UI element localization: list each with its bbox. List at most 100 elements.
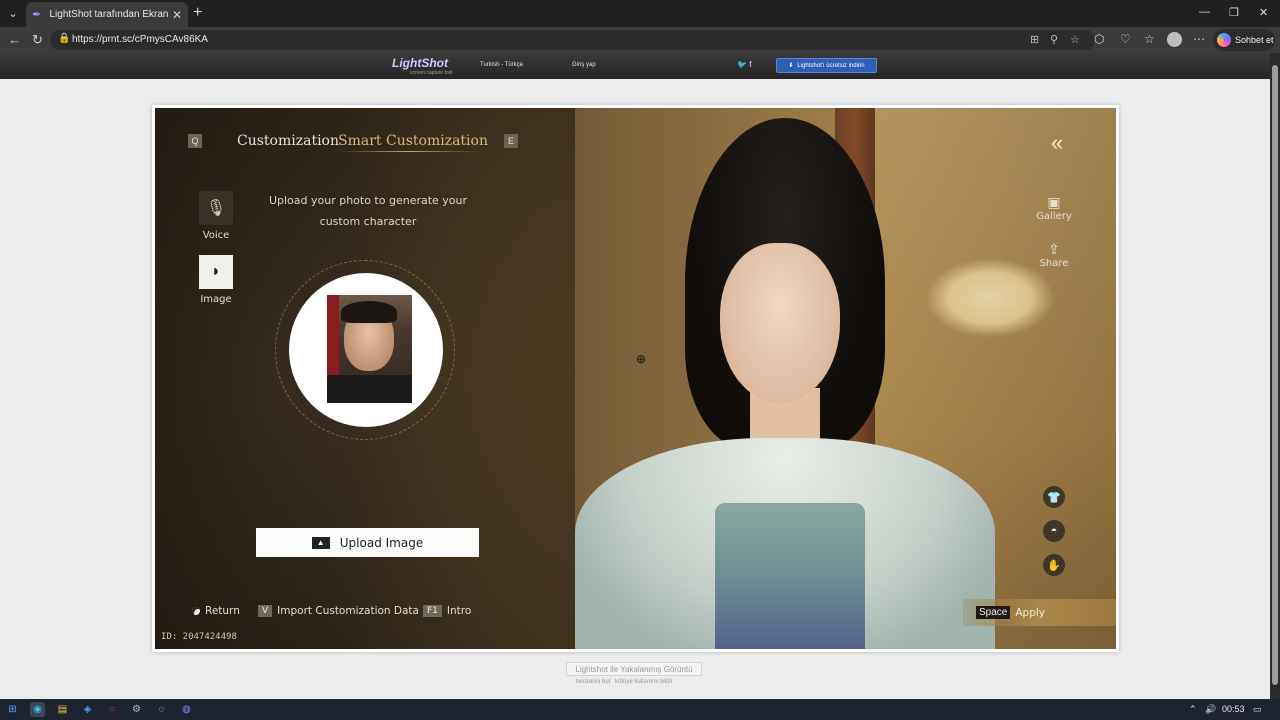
key-v: V xyxy=(258,605,273,617)
edge-icon[interactable]: ◉ xyxy=(30,702,45,717)
copilot-label: Sohbet et xyxy=(1235,35,1274,45)
photo-hair xyxy=(341,301,397,323)
upload-image-button[interactable]: ▲ Upload Image xyxy=(256,528,479,557)
lightshot-logo-subtitle: screen capture tool xyxy=(410,70,453,76)
background-cloud xyxy=(925,258,1055,338)
facebook-icon[interactable]: f xyxy=(749,60,751,69)
tray-chevron-icon[interactable]: ⌃ xyxy=(1189,704,1197,715)
copilot-chat-button[interactable]: Sohbet et xyxy=(1213,29,1275,51)
double-chevron-left-icon[interactable]: « xyxy=(1051,130,1063,156)
language-selector[interactable]: Turkish - Türkçe xyxy=(480,62,523,68)
side-item-image[interactable]: ◗ Image xyxy=(199,255,233,305)
active-tab-underline xyxy=(336,151,482,152)
import-label: Import Customization Data xyxy=(277,605,419,617)
report-abuse-link[interactable]: kötüye kullanımı bildir xyxy=(615,679,673,685)
browser-essentials-icon[interactable]: ♡ xyxy=(1120,32,1131,46)
side-label-voice: Voice xyxy=(202,230,230,241)
tab-customization[interactable]: Customization xyxy=(237,133,339,149)
find-similar-link[interactable]: benzerini bul xyxy=(576,679,610,685)
app-icon[interactable]: ◌ xyxy=(154,702,169,717)
key-space: Space xyxy=(976,606,1011,619)
face-mask-icon: ◗ xyxy=(199,255,233,289)
return-label: Return xyxy=(205,605,240,617)
opera-icon[interactable]: ○ xyxy=(105,702,120,717)
microphone-icon: 🎙 xyxy=(199,191,233,225)
intro-label: Intro xyxy=(446,605,472,617)
address-bar[interactable]: 🔒 https://prnt.sc/cPmysCAv86KA ⊞ ⚲ ☆ xyxy=(50,30,1095,50)
twitter-icon[interactable]: 🐦 xyxy=(737,60,747,69)
apply-button[interactable]: Space Apply xyxy=(963,599,1116,626)
share-icon: ⇪ xyxy=(1048,242,1060,258)
new-tab-plus-icon[interactable]: + xyxy=(193,5,202,21)
download-label: Lightshot'ı ücretsiz indirin xyxy=(797,62,865,69)
notification-icon[interactable]: ▭ xyxy=(1253,704,1262,715)
caption-links: benzerini bul kötüye kullanımı bildir xyxy=(576,679,673,685)
profile-avatar[interactable] xyxy=(1167,32,1182,47)
minimize-icon[interactable]: — xyxy=(1199,6,1210,18)
outfit-icon[interactable]: 👕 xyxy=(1043,486,1065,508)
lightshot-header: LightShot screen capture tool Turkish - … xyxy=(0,53,1270,79)
clock[interactable]: 00:53 xyxy=(1222,704,1245,714)
upload-prompt-text: Upload your photo to generate your custo… xyxy=(268,194,468,228)
picture-frame-icon: ▣ xyxy=(1047,195,1061,211)
tab-list-chevron-icon[interactable]: ⌄ xyxy=(4,4,22,22)
apps-icon[interactable]: ⊞ xyxy=(1030,33,1039,46)
copilot-icon xyxy=(1217,33,1231,47)
return-button[interactable]: Return xyxy=(192,605,240,617)
url-text[interactable]: https://prnt.sc/cPmysCAv86KA xyxy=(72,34,208,45)
lightshot-logo[interactable]: LightShot screen capture tool xyxy=(392,56,453,76)
gallery-label: Gallery xyxy=(1036,211,1072,222)
side-label-image: Image xyxy=(200,294,232,305)
apply-label: Apply xyxy=(1015,606,1046,619)
share-button[interactable]: ⇪ Share xyxy=(1032,242,1076,269)
collections-icon[interactable]: ☆ xyxy=(1144,32,1155,46)
side-item-voice[interactable]: 🎙 Voice xyxy=(199,191,233,241)
browser-tab-bar: ⌄ ✒ LightShot tarafından Ekran Görüntüsü… xyxy=(0,0,1280,27)
lock-icon: 🔒 xyxy=(58,33,71,44)
key-f1: F1 xyxy=(423,605,442,617)
key-e: E xyxy=(504,134,518,148)
more-menu-icon[interactable]: ⋯ xyxy=(1193,32,1205,46)
restore-icon[interactable]: ❐ xyxy=(1229,6,1239,19)
gallery-button[interactable]: ▣ Gallery xyxy=(1032,195,1076,222)
page-scrollbar[interactable] xyxy=(1270,53,1280,699)
mouse-button-icon xyxy=(192,607,200,615)
browser-tab-active[interactable]: ✒ LightShot tarafından Ekran Görüntüsü ✕ xyxy=(26,2,188,27)
uploaded-photo xyxy=(327,295,412,403)
intro-button[interactable]: F1 Intro xyxy=(423,605,471,617)
download-icon: ⬇ xyxy=(788,63,794,69)
reload-icon[interactable]: ↻ xyxy=(32,32,43,48)
favorite-star-icon[interactable]: ☆ xyxy=(1070,33,1080,46)
key-q: Q xyxy=(188,134,202,148)
scrollbar-thumb[interactable] xyxy=(1272,65,1278,685)
download-lightshot-button[interactable]: ⬇ Lightshot'ı ücretsiz indirin xyxy=(776,58,877,73)
character-dress xyxy=(715,503,865,649)
game-screenshot[interactable]: Q Customization Smart Customization E « … xyxy=(155,108,1116,649)
browser-toolbar: ← ↻ 🔒 https://prnt.sc/cPmysCAv86KA ⊞ ⚲ ☆… xyxy=(0,27,1280,53)
character-face xyxy=(720,243,840,403)
store-icon[interactable]: ◈ xyxy=(80,702,95,717)
back-arrow-icon[interactable]: ← xyxy=(8,32,21,47)
hat-icon[interactable]: ◓ xyxy=(1043,520,1065,542)
start-windows-icon[interactable]: ⊞ xyxy=(5,702,20,717)
window-close-icon[interactable]: ✕ xyxy=(1259,6,1268,19)
image-mountain-icon: ▲ xyxy=(311,536,330,549)
share-label: Share xyxy=(1039,258,1069,269)
zoom-cursor-icon: ⊕ xyxy=(636,352,647,366)
extensions-icon[interactable]: ⬡ xyxy=(1094,32,1104,46)
pose-icon[interactable]: ✋ xyxy=(1043,554,1065,576)
steam-icon[interactable]: ⚙ xyxy=(129,702,144,717)
tab-smart-customization[interactable]: Smart Customization xyxy=(338,133,488,149)
import-customization-button[interactable]: V Import Customization Data xyxy=(258,605,419,617)
zoom-icon[interactable]: ⚲ xyxy=(1050,33,1058,46)
screenshot-caption: Lightshot ile Yakalanmış Görüntü xyxy=(566,662,702,676)
volume-icon[interactable]: 🔊 xyxy=(1205,704,1216,715)
tab-close-icon[interactable]: ✕ xyxy=(172,8,182,22)
windows-taskbar: ⊞ ◉ ▤ ◈ ○ ⚙ ◌ ◍ ⌃ 🔊 00:53 ▭ xyxy=(0,699,1280,720)
discord-icon[interactable]: ◍ xyxy=(179,702,194,717)
login-link[interactable]: Giriş yap xyxy=(572,62,596,68)
upload-image-label: Upload Image xyxy=(339,535,424,550)
photo-shirt xyxy=(327,375,412,403)
file-explorer-icon[interactable]: ▤ xyxy=(55,702,70,717)
social-icons: 🐦 f xyxy=(737,60,751,69)
